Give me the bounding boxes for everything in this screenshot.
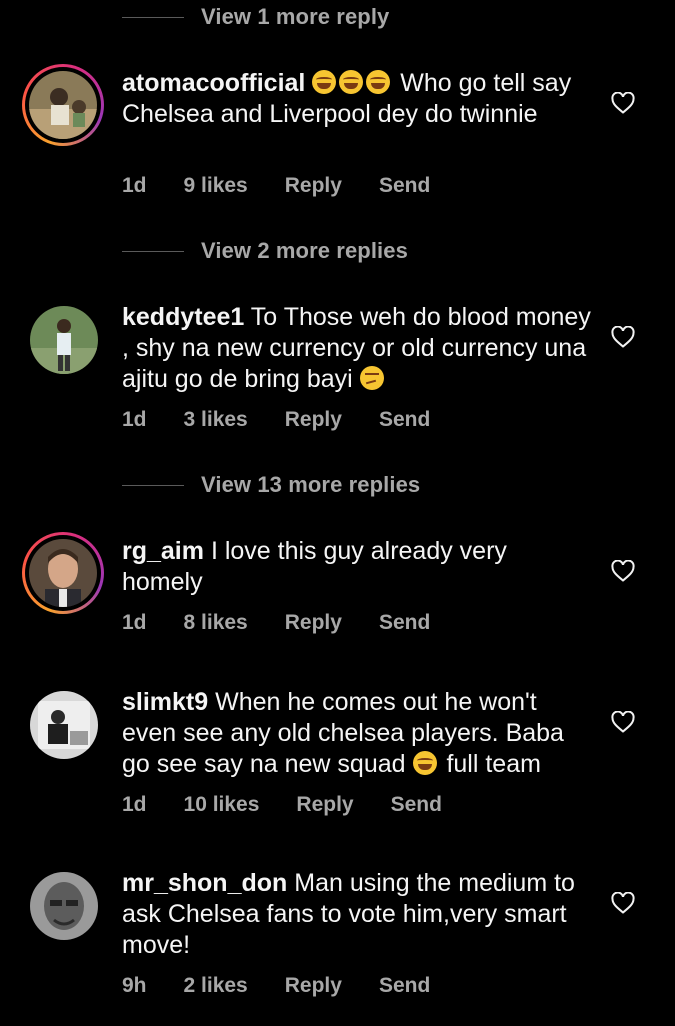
comment-meta: 1d 10 likes Reply Send bbox=[122, 793, 479, 817]
likes-count[interactable]: 10 likes bbox=[184, 793, 260, 817]
reply-button[interactable]: Reply bbox=[285, 974, 342, 998]
avatar[interactable] bbox=[30, 306, 98, 374]
heart-icon[interactable] bbox=[611, 326, 635, 348]
send-button[interactable]: Send bbox=[379, 174, 430, 198]
likes-count[interactable]: 8 likes bbox=[184, 611, 248, 635]
avatar-story-ring[interactable] bbox=[22, 64, 104, 146]
comment-username[interactable]: rg_aim bbox=[122, 537, 204, 565]
comment-meta: 9h 2 likes Reply Send bbox=[122, 974, 467, 998]
comment-body: slimkt9 When he comes out he won't even … bbox=[122, 687, 592, 780]
heart-icon[interactable] bbox=[611, 560, 635, 582]
comment-body: atomacoofficial Who go tell say Chelsea … bbox=[122, 68, 592, 130]
reply-thread-line bbox=[122, 16, 184, 18]
avatar[interactable] bbox=[29, 71, 97, 139]
view-replies-1[interactable]: View 1 more reply bbox=[122, 2, 389, 32]
likes-count[interactable]: 3 likes bbox=[184, 408, 248, 432]
reply-button[interactable]: Reply bbox=[296, 793, 353, 817]
comment-time: 1d bbox=[122, 611, 147, 634]
view-replies-label[interactable]: View 13 more replies bbox=[201, 472, 420, 498]
comment-body: keddytee1 To Those weh do blood money , … bbox=[122, 302, 592, 395]
comment-meta: 1d 8 likes Reply Send bbox=[122, 611, 467, 635]
comment-text-end: full team bbox=[446, 750, 541, 778]
reply-button[interactable]: Reply bbox=[285, 408, 342, 432]
likes-count[interactable]: 9 likes bbox=[184, 174, 248, 198]
view-replies-2[interactable]: View 2 more replies bbox=[122, 236, 408, 266]
comment-username[interactable]: slimkt9 bbox=[122, 688, 208, 716]
avatar[interactable] bbox=[29, 539, 97, 607]
thinking-emoji-icon bbox=[359, 366, 384, 390]
send-button[interactable]: Send bbox=[391, 793, 442, 817]
laugh-emoji-icon bbox=[312, 69, 393, 97]
laugh-emoji-icon bbox=[412, 751, 437, 775]
send-button[interactable]: Send bbox=[379, 408, 430, 432]
heart-icon[interactable] bbox=[611, 892, 635, 914]
reply-thread-line bbox=[122, 484, 184, 486]
heart-icon[interactable] bbox=[611, 711, 635, 733]
send-button[interactable]: Send bbox=[379, 974, 430, 998]
view-replies-3[interactable]: View 13 more replies bbox=[122, 470, 420, 500]
comment-username[interactable]: keddytee1 bbox=[122, 303, 244, 331]
comment-time: 1d bbox=[122, 408, 147, 431]
comment-username[interactable]: mr_shon_don bbox=[122, 869, 287, 897]
comment-time: 1d bbox=[122, 174, 147, 197]
comment-body: mr_shon_don Man using the medium to ask … bbox=[122, 868, 592, 961]
comment-time: 1d bbox=[122, 793, 147, 816]
reply-thread-line bbox=[122, 250, 184, 252]
avatar[interactable] bbox=[30, 691, 98, 759]
send-button[interactable]: Send bbox=[379, 611, 430, 635]
avatar[interactable] bbox=[30, 872, 98, 940]
view-replies-label[interactable]: View 1 more reply bbox=[201, 4, 389, 30]
likes-count[interactable]: 2 likes bbox=[184, 974, 248, 998]
heart-icon[interactable] bbox=[611, 92, 635, 114]
comment-meta: 1d 9 likes Reply Send bbox=[122, 174, 467, 198]
comment-username[interactable]: atomacoofficial bbox=[122, 69, 305, 97]
reply-button[interactable]: Reply bbox=[285, 611, 342, 635]
view-replies-label[interactable]: View 2 more replies bbox=[201, 238, 408, 264]
reply-button[interactable]: Reply bbox=[285, 174, 342, 198]
comment-meta: 1d 3 likes Reply Send bbox=[122, 408, 467, 432]
comment-time: 9h bbox=[122, 974, 147, 997]
comment-body: rg_aim I love this guy already very home… bbox=[122, 536, 592, 598]
avatar-story-ring[interactable] bbox=[22, 532, 104, 614]
